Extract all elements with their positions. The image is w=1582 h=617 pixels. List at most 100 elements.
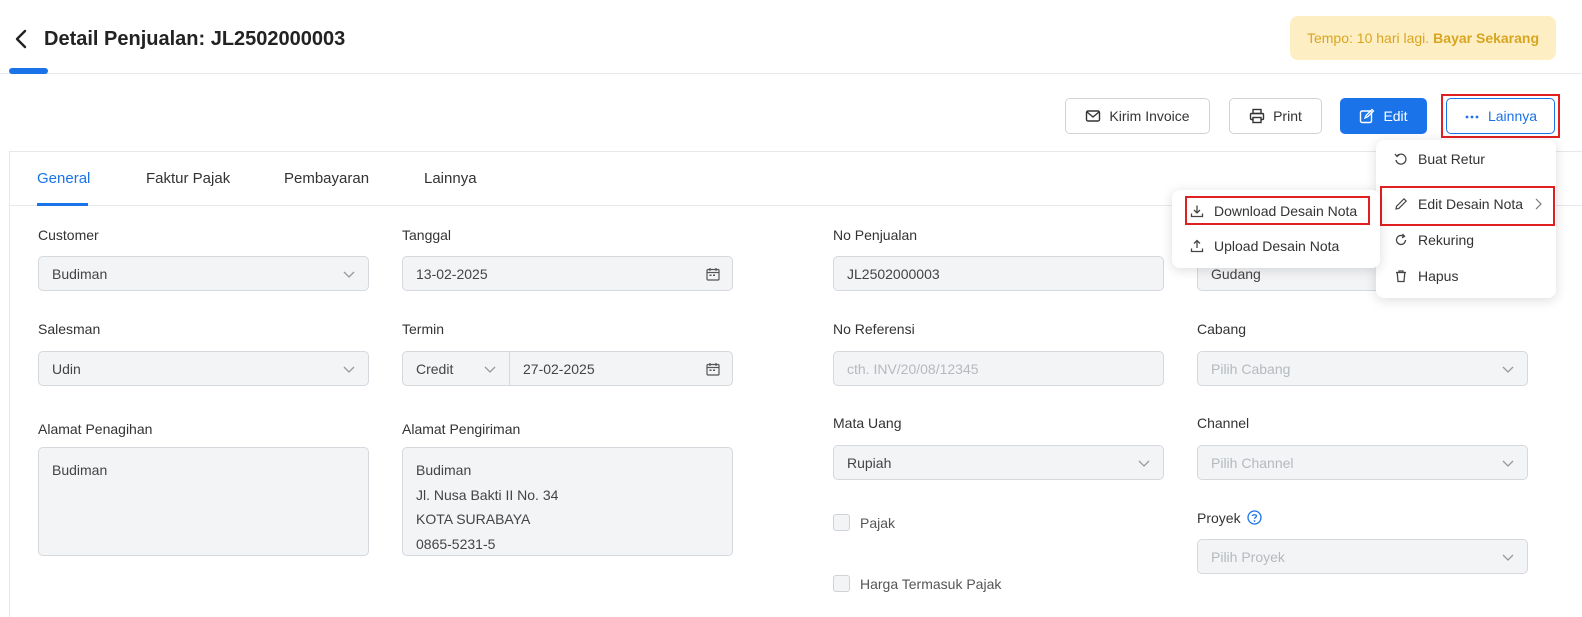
tab-others[interactable]: Lainnya (424, 170, 477, 187)
channel-label: Channel (1197, 415, 1250, 431)
submenu-item-upload-note-design[interactable]: Upload Desain Nota (1190, 238, 1339, 254)
date-value: 13-02-2025 (416, 265, 488, 282)
help-circle-icon[interactable] (1247, 510, 1263, 525)
refresh-icon (1395, 233, 1407, 246)
reference-placeholder: cth. INV/20/08/12345 (847, 360, 979, 377)
tax-included-label: Harga Termasuk Pajak (860, 575, 1002, 592)
chevron-down-icon (1502, 554, 1514, 561)
shipping-address-line: Budiman (416, 462, 472, 478)
term-date-input[interactable]: 27-02-2025 (509, 351, 733, 386)
menu-item-edit-note-design[interactable]: Edit Desain Nota (1394, 196, 1545, 212)
page-header: Detail Penjualan: JL2502000003 Tempo: 10… (0, 0, 1582, 74)
branch-select[interactable]: Pilih Cabang (1197, 351, 1528, 386)
undo-icon (1394, 153, 1407, 165)
more-dropdown-menu: Buat Retur Edit Desain Nota Rekuring Hap… (1376, 140, 1556, 298)
customer-value: Budiman (52, 265, 108, 282)
salesman-label: Salesman (38, 321, 101, 337)
billing-address-line: Budiman (52, 462, 108, 478)
shipping-address-line: 0865-5231-5 (416, 535, 496, 552)
date-label: Tanggal (402, 227, 452, 243)
edit-button[interactable]: Edit (1340, 98, 1427, 134)
salesman-value: Udin (52, 360, 81, 377)
upload-icon (1190, 239, 1204, 253)
menu-item-label: Rekuring (1418, 232, 1475, 248)
menu-item-label: Edit Desain Nota (1418, 196, 1524, 212)
tax-included-checkbox-row[interactable]: Harga Termasuk Pajak (833, 575, 1001, 592)
term-type-select[interactable]: Credit (402, 351, 510, 386)
more-button[interactable]: Lainnya (1446, 98, 1555, 134)
title-underline (9, 68, 48, 74)
date-input[interactable]: 13-02-2025 (402, 256, 733, 291)
chevron-down-icon (343, 366, 355, 373)
project-placeholder: Pilih Proyek (1211, 548, 1285, 565)
tab-tax-invoice[interactable]: Faktur Pajak (146, 170, 230, 187)
menu-item-delete[interactable]: Hapus (1394, 268, 1458, 284)
project-label: Proyek (1197, 510, 1263, 526)
printer-icon (1249, 108, 1265, 124)
chevron-down-icon (1502, 366, 1514, 373)
tax-checkbox[interactable] (833, 514, 850, 531)
customer-select[interactable]: Budiman (38, 256, 369, 291)
chevron-down-icon (484, 366, 496, 373)
menu-item-label: Hapus (1418, 268, 1459, 284)
back-arrow-icon[interactable] (12, 27, 32, 51)
tab-payment[interactable]: Pembayaran (284, 170, 369, 187)
edit-icon (1360, 108, 1375, 124)
chevron-right-icon (1535, 198, 1542, 210)
shipping-address-label: Alamat Pengiriman (402, 421, 521, 437)
currency-label: Mata Uang (833, 415, 902, 431)
channel-placeholder: Pilih Channel (1211, 454, 1294, 471)
sales-no-value: JL2502000003 (847, 265, 940, 282)
channel-select[interactable]: Pilih Channel (1197, 445, 1528, 480)
billing-address-textarea[interactable]: Budiman (38, 447, 369, 556)
term-type-value: Credit (416, 360, 454, 377)
shipping-address-line: Jl. Nusa Bakti II No. 34 (416, 486, 559, 503)
sales-no-label: No Penjualan (833, 227, 918, 243)
reference-input[interactable]: cth. INV/20/08/12345 (833, 351, 1164, 386)
print-label: Print (1273, 108, 1302, 124)
menu-item-label: Buat Retur (1418, 151, 1485, 167)
term-date-value: 27-02-2025 (523, 360, 595, 377)
calendar-icon[interactable] (706, 362, 720, 376)
mail-icon (1086, 110, 1101, 122)
edit-label: Edit (1383, 108, 1408, 124)
tax-checkbox-label: Pajak (860, 514, 896, 531)
currency-value: Rupiah (847, 454, 892, 471)
pencil-icon (1395, 197, 1408, 210)
shipping-address-line: KOTA SURABAYA (416, 511, 531, 527)
reference-label: No Referensi (833, 321, 915, 337)
project-select[interactable]: Pilih Proyek (1197, 539, 1528, 574)
tax-included-checkbox[interactable] (833, 575, 850, 592)
send-invoice-label: Kirim Invoice (1109, 108, 1190, 124)
submenu-item-download-note-design[interactable]: Download Desain Nota (1190, 203, 1357, 219)
more-label: Lainnya (1487, 108, 1538, 124)
currency-select[interactable]: Rupiah (833, 445, 1164, 480)
note-design-submenu: Download Desain Nota Upload Desain Nota (1172, 190, 1380, 268)
send-invoice-button[interactable]: Kirim Invoice (1065, 98, 1210, 134)
sales-no-input: JL2502000003 (833, 256, 1164, 291)
download-icon (1190, 205, 1204, 218)
active-tab-indicator (37, 203, 88, 206)
submenu-item-label: Download Desain Nota (1214, 203, 1358, 219)
more-dots-icon (1465, 115, 1479, 119)
chevron-down-icon (343, 271, 355, 278)
shipping-address-textarea[interactable]: Budiman Jl. Nusa Bakti II No. 34 KOTA SU… (402, 447, 733, 556)
menu-item-recurring[interactable]: Rekuring (1394, 232, 1474, 248)
branch-label: Cabang (1197, 321, 1247, 337)
submenu-item-label: Upload Desain Nota (1214, 238, 1340, 254)
branch-placeholder: Pilih Cabang (1211, 360, 1291, 377)
chevron-down-icon (1502, 460, 1514, 467)
due-text: Tempo: 10 hari lagi. (1306, 30, 1430, 46)
chevron-down-icon (1138, 460, 1150, 467)
page-title: Detail Penjualan: JL2502000003 (44, 28, 346, 50)
project-label-text: Proyek (1197, 510, 1241, 526)
tax-checkbox-row[interactable]: Pajak (833, 514, 895, 531)
customer-label: Customer (38, 227, 99, 243)
print-button[interactable]: Print (1229, 98, 1322, 134)
tab-general[interactable]: General (37, 170, 90, 187)
calendar-icon[interactable] (706, 267, 720, 281)
menu-item-create-return[interactable]: Buat Retur (1394, 151, 1485, 167)
pay-now-link[interactable]: Bayar Sekarang (1433, 30, 1539, 46)
salesman-select[interactable]: Udin (38, 351, 369, 386)
due-banner: Tempo: 10 hari lagi. Bayar Sekarang (1290, 16, 1556, 60)
